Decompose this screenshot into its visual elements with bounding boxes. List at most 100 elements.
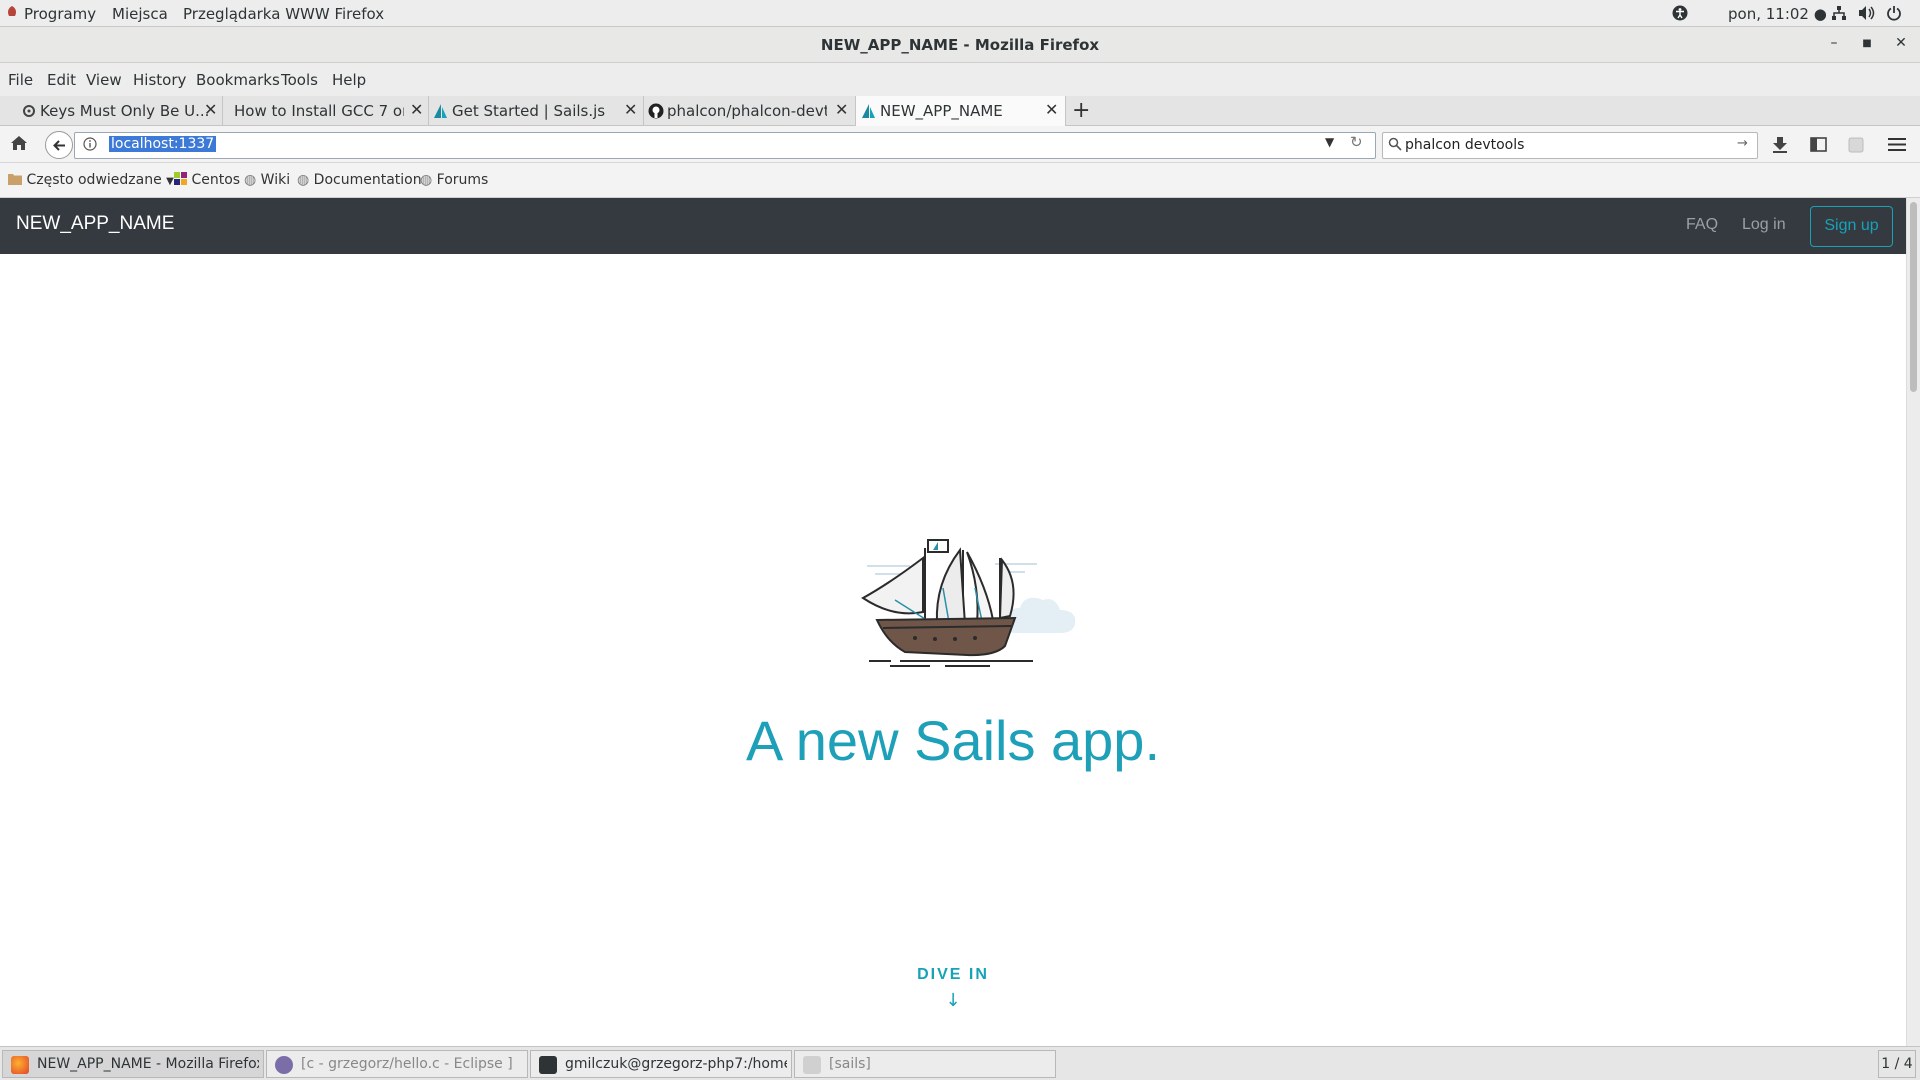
taskbar-item-label: NEW_APP_NAME - Mozilla Firefox — [37, 1056, 259, 1072]
new-tab-icon[interactable]: + — [1072, 98, 1090, 123]
sailing-ship-illustration — [861, 539, 1076, 667]
home-icon[interactable] — [10, 135, 28, 155]
close-icon[interactable]: ✕ — [410, 100, 423, 119]
tab-keys[interactable]: Keys Must Only Be U... ✕ — [16, 96, 223, 126]
bookmark-label: Wiki — [260, 172, 291, 188]
tab-label: NEW_APP_NAME — [880, 102, 1003, 120]
scrollbar-thumb[interactable] — [1910, 202, 1917, 392]
menu-file[interactable]: File — [8, 71, 33, 89]
hero-heading: A new Sails app. — [745, 709, 1161, 772]
signup-button[interactable]: Sign up — [1810, 206, 1893, 247]
tab-strip: Keys Must Only Be U... ✕ How to Install … — [0, 96, 1920, 127]
menu-bar: File Edit View History Bookmarks Tools H… — [0, 63, 1920, 96]
dive-in-link[interactable]: DIVE IN — [0, 966, 1906, 984]
taskbar-item-firefox[interactable]: NEW_APP_NAME - Mozilla Firefox — [2, 1050, 264, 1078]
web-page: NEW_APP_NAME FAQ Log in Sign up A new Sa… — [0, 198, 1906, 1046]
clock[interactable]: pon, 11:02 ● — [1728, 5, 1827, 23]
close-window-icon[interactable]: ✕ — [1891, 35, 1911, 55]
bookmark-most-visited[interactable]: Często odwiedzane ▼ — [8, 172, 174, 188]
bookmark-label: Często odwiedzane — [26, 172, 162, 188]
tab-label: phalcon/phalcon-devt... — [667, 102, 827, 120]
taskbar-item-label: [sails] — [829, 1056, 871, 1072]
back-button[interactable] — [45, 131, 73, 159]
apps-menu-icon[interactable] — [6, 5, 18, 23]
github-icon — [648, 103, 664, 119]
menu-edit[interactable]: Edit — [47, 71, 76, 89]
sidebar-icon[interactable] — [1810, 137, 1827, 156]
hamburger-menu-icon[interactable] — [1888, 137, 1906, 156]
close-icon[interactable]: ✕ — [624, 100, 637, 119]
folder-icon — [8, 172, 22, 188]
terminal-icon — [539, 1056, 557, 1074]
navigation-bar: localhost:1337 ▼ ↻ phalcon devtools → — [0, 126, 1920, 163]
centos-icon — [174, 172, 187, 188]
faq-link[interactable]: FAQ — [1686, 216, 1718, 234]
tab-phalcon[interactable]: phalcon/phalcon-devt... ✕ — [643, 96, 856, 126]
bookmark-wiki[interactable]: ◍ Wiki — [244, 172, 290, 188]
bookmarks-bar: Często odwiedzane ▼ Centos ◍ Wiki ◍ Docu… — [0, 163, 1920, 198]
menu-bookmarks[interactable]: Bookmarks — [196, 71, 280, 89]
tab-label: Keys Must Only Be U... — [40, 102, 210, 120]
globe-icon: ◍ — [420, 172, 433, 188]
login-link[interactable]: Log in — [1742, 216, 1786, 234]
browser-app-menu[interactable]: Przeglądarka WWW Firefox — [183, 5, 384, 23]
bookmark-documentation[interactable]: ◍ Documentation — [297, 172, 422, 188]
reload-icon[interactable]: ↻ — [1350, 133, 1363, 151]
taskbar-item-label: gmilczuk@grzegorz-php7:/home/g... — [565, 1056, 787, 1072]
maximize-icon[interactable]: ■ — [1857, 38, 1877, 58]
window-titlebar[interactable]: NEW_APP_NAME - Mozilla Firefox – ■ ✕ — [0, 27, 1920, 63]
search-icon — [1388, 137, 1402, 155]
taskbar-item-eclipse[interactable]: [c - grzegorz/hello.c - Eclipse ] — [266, 1050, 528, 1078]
menu-history[interactable]: History — [133, 71, 186, 89]
menu-tools[interactable]: Tools — [281, 71, 318, 89]
taskbar: NEW_APP_NAME - Mozilla Firefox [c - grze… — [0, 1046, 1920, 1080]
tab-gcc[interactable]: How to Install GCC 7 on ... ✕ — [222, 96, 429, 126]
places-menu[interactable]: Miejsca — [112, 5, 168, 23]
gear-icon — [21, 103, 37, 119]
minimize-icon[interactable]: – — [1824, 35, 1844, 55]
tab-label: How to Install GCC 7 on ... — [234, 102, 404, 120]
tab-sails-get-started[interactable]: Get Started | Sails.js ✕ — [428, 96, 644, 126]
bookmark-label: Forums — [436, 172, 489, 188]
sails-logo-icon — [433, 103, 449, 119]
workspace-indicator[interactable]: 1 / 4 — [1878, 1050, 1916, 1078]
generic-window-icon — [803, 1056, 821, 1074]
page-scrollbar[interactable] — [1906, 198, 1920, 1046]
close-icon[interactable]: ✕ — [835, 100, 848, 119]
taskbar-item-terminal[interactable]: gmilczuk@grzegorz-php7:/home/g... — [530, 1050, 792, 1078]
tab-label: Get Started | Sails.js — [452, 102, 606, 120]
chevron-down-icon: ▼ — [166, 176, 174, 187]
site-navbar: NEW_APP_NAME FAQ Log in Sign up — [0, 198, 1906, 254]
power-icon[interactable] — [1886, 5, 1902, 25]
sails-logo-icon — [861, 103, 877, 119]
search-input[interactable]: phalcon devtools — [1405, 137, 1524, 153]
bookmark-label: Documentation — [313, 172, 422, 188]
url-dropdown-icon[interactable]: ▼ — [1325, 135, 1334, 149]
window-title: NEW_APP_NAME - Mozilla Firefox — [820, 36, 1100, 54]
extension-icon[interactable] — [1848, 137, 1864, 157]
close-icon[interactable]: ✕ — [1045, 100, 1058, 119]
menu-view[interactable]: View — [86, 71, 122, 89]
site-brand[interactable]: NEW_APP_NAME — [16, 213, 174, 235]
bookmark-forums[interactable]: ◍ Forums — [420, 172, 488, 188]
menu-help[interactable]: Help — [332, 71, 366, 89]
url-text[interactable]: localhost:1337 — [109, 136, 217, 152]
site-info-icon[interactable] — [83, 137, 97, 155]
taskbar-item-sails[interactable]: [sails] — [794, 1050, 1056, 1078]
eclipse-icon — [275, 1056, 293, 1074]
apps-menu[interactable]: Programy — [24, 5, 96, 23]
network-icon[interactable] — [1831, 5, 1847, 25]
downloads-icon[interactable] — [1772, 136, 1788, 157]
volume-icon[interactable] — [1858, 5, 1876, 25]
tab-new-app-name[interactable]: NEW_APP_NAME ✕ — [855, 96, 1066, 127]
gnome-top-bar: Programy Miejsca Przeglądarka WWW Firefo… — [0, 0, 1920, 27]
taskbar-item-label: [c - grzegorz/hello.c - Eclipse ] — [301, 1056, 513, 1072]
url-bar[interactable]: localhost:1337 ▼ ↻ — [74, 132, 1376, 159]
globe-icon: ◍ — [244, 172, 257, 188]
search-go-icon[interactable]: → — [1737, 136, 1748, 151]
search-bar[interactable]: phalcon devtools → — [1382, 132, 1758, 159]
close-icon[interactable]: ✕ — [204, 100, 217, 119]
arrow-down-icon[interactable]: ↓ — [0, 990, 1906, 1011]
accessibility-icon[interactable] — [1672, 5, 1688, 25]
bookmark-centos[interactable]: Centos — [174, 172, 240, 188]
